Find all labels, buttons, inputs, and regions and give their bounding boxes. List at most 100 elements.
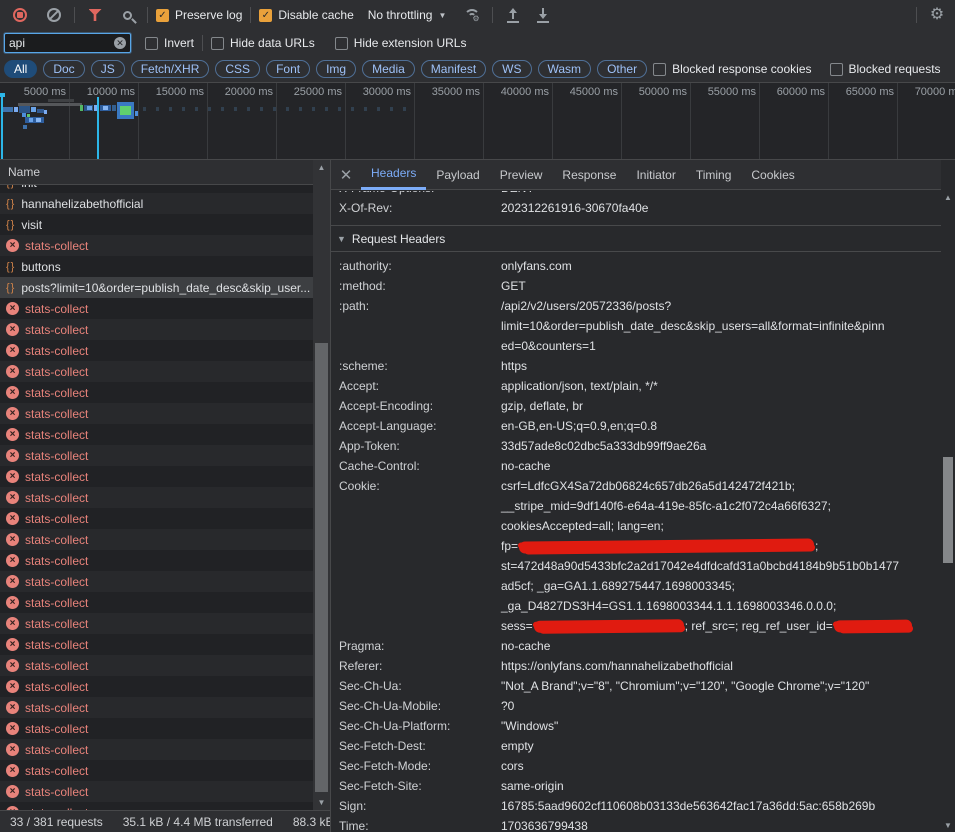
header-value: "Not_A Brand";v="8", "Chromium";v="120",… (501, 676, 942, 696)
tab-payload[interactable]: Payload (426, 160, 489, 190)
record-button[interactable] (8, 3, 32, 27)
request-row-stats-collect[interactable]: ×stats-collect (0, 340, 313, 361)
request-row-stats-collect[interactable]: ×stats-collect (0, 403, 313, 424)
request-list-scrollbar[interactable]: ▲ ▼ (313, 160, 330, 810)
scrollbar-thumb[interactable] (943, 457, 953, 563)
hide-data-urls-checkbox[interactable]: Hide data URLs (211, 36, 315, 50)
tab-response[interactable]: Response (552, 160, 626, 190)
request-row-stats-collect[interactable]: ×stats-collect (0, 781, 313, 802)
request-row-posts?limit=10&order[interactable]: {}posts?limit=10&order=publish_date_desc… (0, 277, 313, 298)
header-row: Sec-Ch-Ua-Mobile:?0 (331, 696, 942, 716)
request-row-hannahelizabethoffic[interactable]: {}hannahelizabethofficial (0, 193, 313, 214)
filter-checkbox-0[interactable]: Blocked response cookies (653, 62, 811, 76)
header-row: Referer:https://onlyfans.com/hannaheliza… (331, 656, 942, 676)
request-row-stats-collect[interactable]: ×stats-collect (0, 613, 313, 634)
scroll-down-icon[interactable]: ▼ (313, 798, 330, 807)
waterfall-tick (364, 107, 367, 111)
scroll-up-icon[interactable]: ▲ (941, 193, 955, 202)
request-row-stats-collect[interactable]: ×stats-collect (0, 550, 313, 571)
type-pill-img[interactable]: Img (316, 60, 356, 78)
request-row-stats-collect[interactable]: ×stats-collect (0, 361, 313, 382)
request-headers-section[interactable]: ▼ Request Headers (331, 226, 942, 251)
filter-icon[interactable] (83, 3, 107, 27)
export-har-icon[interactable] (531, 3, 555, 27)
request-row-stats-collect[interactable]: ×stats-collect (0, 676, 313, 697)
filter-checkbox-1[interactable]: Blocked requests (830, 62, 941, 76)
request-row-stats-collect[interactable]: ×stats-collect (0, 592, 313, 613)
request-row-stats-collect[interactable]: ×stats-collect (0, 382, 313, 403)
tab-preview[interactable]: Preview (490, 160, 553, 190)
scrollbar-thumb[interactable] (315, 343, 328, 792)
request-row-stats-collect[interactable]: ×stats-collect (0, 571, 313, 592)
scroll-down-icon[interactable]: ▼ (941, 821, 955, 830)
tab-headers[interactable]: Headers (361, 160, 426, 190)
type-pill-all[interactable]: All (4, 60, 37, 78)
preserve-log-checkbox[interactable]: ✓ Preserve log (156, 8, 242, 22)
response-headers-tail: X-Of-Rev:202312261916-30670fa40e (331, 198, 942, 218)
disable-cache-checkbox[interactable]: ✓ Disable cache (259, 8, 353, 22)
type-pill-media[interactable]: Media (362, 60, 415, 78)
type-pill-manifest[interactable]: Manifest (421, 60, 486, 78)
type-pill-ws[interactable]: WS (492, 60, 531, 78)
request-row-visit[interactable]: {}visit (0, 214, 313, 235)
details-scrollbar[interactable]: ▲ ▼ (941, 160, 955, 832)
import-har-icon[interactable] (501, 3, 525, 27)
request-row-stats-collect[interactable]: ×stats-collect (0, 739, 313, 760)
waterfall-bar (87, 106, 92, 110)
request-row-stats-collect[interactable]: ×stats-collect (0, 718, 313, 739)
waterfall-tick (299, 107, 302, 111)
header-value: empty (501, 736, 942, 756)
request-row-stats-collect[interactable]: ×stats-collect (0, 802, 313, 810)
header-row: :path:/api2/v2/users/20572336/posts?limi… (331, 296, 942, 356)
header-value: "Windows" (501, 716, 942, 736)
scroll-up-icon[interactable]: ▲ (313, 163, 330, 172)
request-row-stats-collect[interactable]: ×stats-collect (0, 508, 313, 529)
tab-cookies[interactable]: Cookies (741, 160, 804, 190)
clear-filter-icon[interactable]: ✕ (114, 37, 126, 49)
request-row-stats-collect[interactable]: ×stats-collect (0, 298, 313, 319)
request-row-stats-collect[interactable]: ×stats-collect (0, 529, 313, 550)
network-overview-waterfall[interactable]: 5000 ms10000 ms15000 ms20000 ms25000 ms3… (0, 83, 955, 160)
header-row: :authority:onlyfans.com (331, 256, 942, 276)
request-row-stats-collect[interactable]: ×stats-collect (0, 487, 313, 508)
header-name: Accept-Encoding: (339, 396, 501, 416)
invert-checkbox[interactable]: Invert (145, 36, 194, 50)
request-name: stats-collect (25, 449, 88, 463)
request-row-stats-collect[interactable]: ×stats-collect (0, 655, 313, 676)
request-row-stats-collect[interactable]: ×stats-collect (0, 466, 313, 487)
error-icon: × (6, 344, 19, 357)
type-pill-css[interactable]: CSS (215, 60, 260, 78)
playhead-line (1, 93, 3, 160)
type-pill-font[interactable]: Font (266, 60, 310, 78)
throttling-select[interactable]: No throttling ▼ (368, 8, 447, 22)
waterfall-tick (312, 107, 315, 111)
waterfall-tick (403, 107, 406, 111)
type-pill-doc[interactable]: Doc (43, 60, 84, 78)
search-icon[interactable] (115, 3, 139, 27)
clear-icon[interactable] (42, 3, 66, 27)
name-column-header[interactable]: Name (0, 160, 313, 185)
settings-gear-icon[interactable]: ⚙ (925, 3, 949, 27)
hide-extension-urls-checkbox[interactable]: Hide extension URLs (335, 36, 467, 50)
request-name: stats-collect (25, 302, 88, 316)
type-pill-fetch-xhr[interactable]: Fetch/XHR (131, 60, 210, 78)
request-row-buttons[interactable]: {}buttons (0, 256, 313, 277)
header-value-text: cookiesAccepted=all; lang=en; (501, 519, 664, 533)
tab-initiator[interactable]: Initiator (626, 160, 685, 190)
close-icon[interactable]: ✕ (331, 166, 361, 184)
request-row-stats-collect[interactable]: ×stats-collect (0, 319, 313, 340)
request-row-stats-collect[interactable]: ×stats-collect (0, 424, 313, 445)
request-row-init[interactable]: {}init (0, 185, 313, 193)
request-row-stats-collect[interactable]: ×stats-collect (0, 760, 313, 781)
network-conditions-icon[interactable]: ⚙ (460, 3, 484, 27)
type-pill-js[interactable]: JS (91, 60, 125, 78)
type-pill-wasm[interactable]: Wasm (538, 60, 592, 78)
tab-timing[interactable]: Timing (686, 160, 742, 190)
fetch-xhr-icon: {} (6, 282, 15, 294)
type-pill-other[interactable]: Other (597, 60, 647, 78)
request-row-stats-collect[interactable]: ×stats-collect (0, 634, 313, 655)
request-row-stats-collect[interactable]: ×stats-collect (0, 697, 313, 718)
filter-input[interactable]: api ✕ (4, 33, 131, 53)
request-row-stats-collect[interactable]: ×stats-collect (0, 235, 313, 256)
request-row-stats-collect[interactable]: ×stats-collect (0, 445, 313, 466)
